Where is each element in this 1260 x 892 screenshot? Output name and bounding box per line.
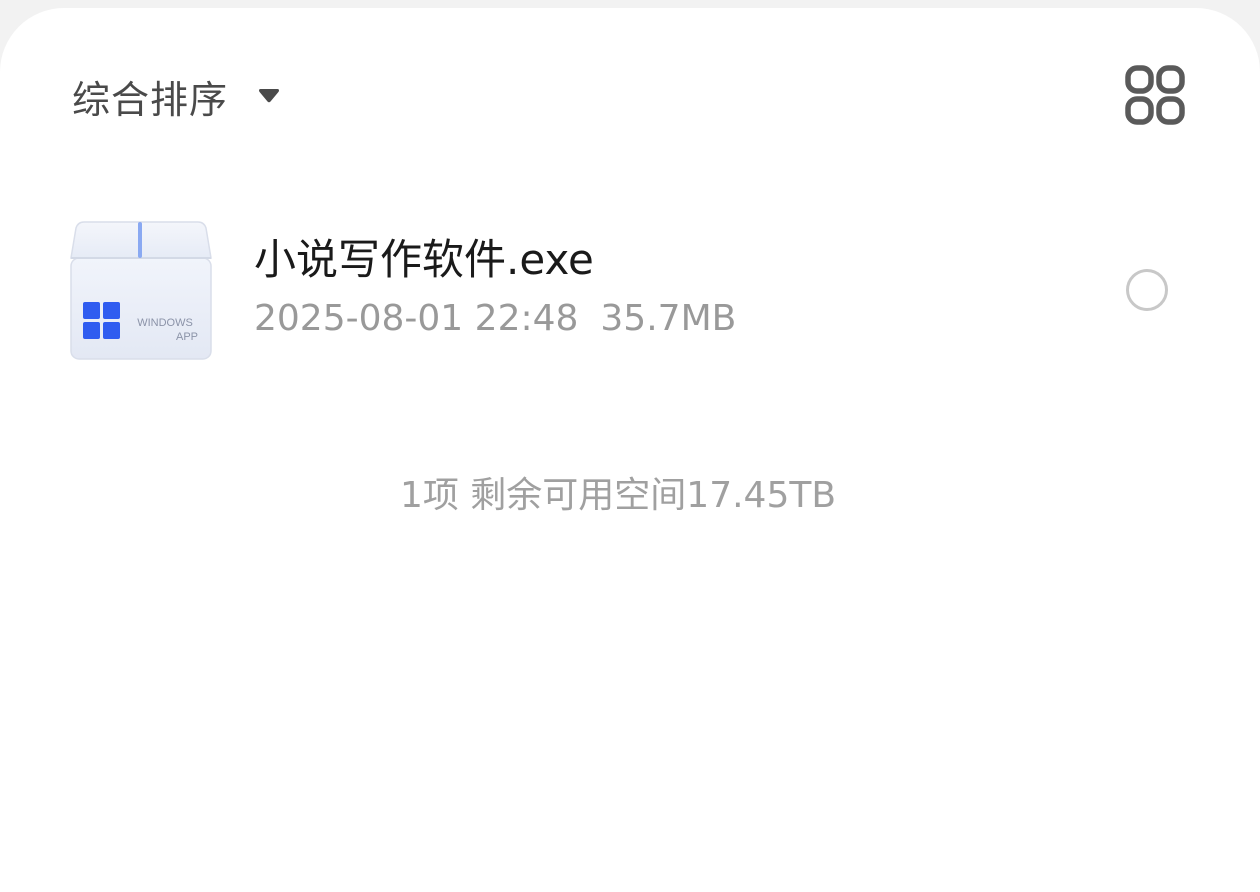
file-list-item[interactable]: WINDOWS APP 小说写作软件.exe 2025-08-01 22:48 3…	[0, 198, 1260, 378]
sort-label: 综合排序	[72, 77, 229, 122]
file-date: 2025-08-01 22:48	[254, 298, 579, 339]
windows-app-file-icon: WINDOWS APP	[70, 221, 212, 360]
storage-summary: 1项 剩余可用空间17.45TB	[399, 475, 837, 516]
icon-label-line1: WINDOWS	[137, 317, 193, 329]
sort-dropdown[interactable]: 综合排序	[72, 66, 280, 126]
file-name: 小说写作软件.exe	[254, 235, 594, 284]
file-size: 35.7MB	[600, 298, 737, 339]
grid-view-icon[interactable]	[1124, 64, 1186, 126]
file-list-panel: 综合排序 WINDOWS APP 小说写作软件.exe 2025-08-01 2…	[0, 8, 1260, 892]
file-meta: 2025-08-01 22:48 35.7MB	[254, 298, 736, 339]
select-checkbox[interactable]	[1126, 269, 1168, 311]
caret-down-icon	[259, 89, 280, 103]
icon-label-line2: APP	[176, 331, 198, 343]
